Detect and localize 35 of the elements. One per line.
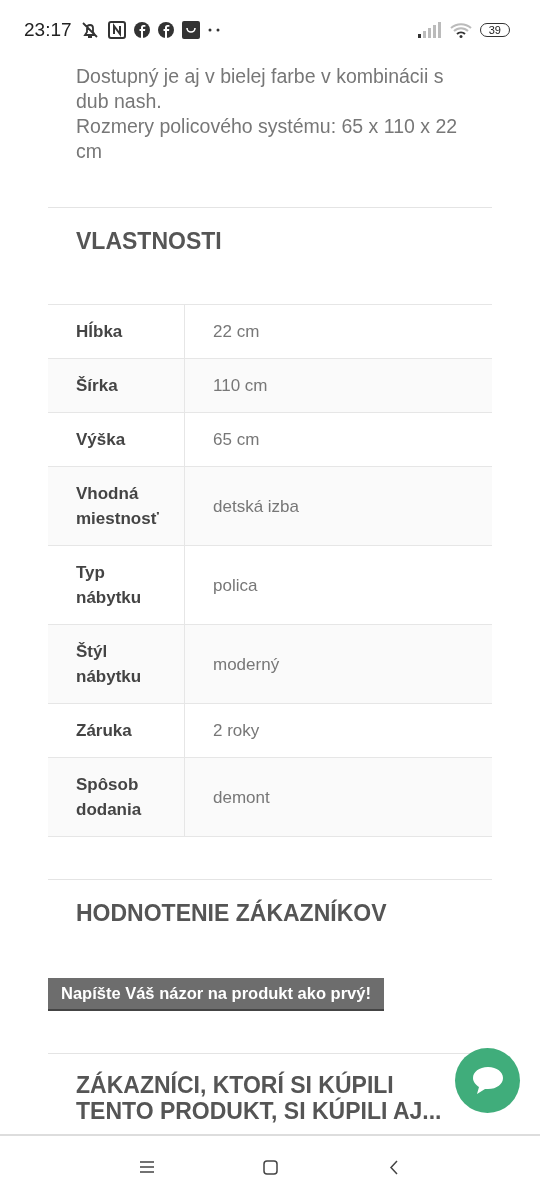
wifi-icon (449, 22, 472, 38)
property-name-cell: Šírka (48, 358, 185, 413)
property-value-cell: detská izba (184, 466, 492, 546)
property-value-cell: 65 cm (184, 412, 492, 467)
section-heading: ZÁKAZNÍCI, KTORÍ SI KÚPILI TENTO PRODUKT, SI KÚPILI AJ... (76, 1070, 443, 1124)
property-value-cell: demont (184, 757, 492, 837)
write-review-button[interactable]: Napíšte Váš názor na produkt ako prvý! (48, 978, 384, 1011)
status-time: 23:17 (24, 19, 72, 41)
property-value-cell: 110 cm (184, 358, 492, 413)
chat-bubble-icon (470, 1064, 505, 1097)
facebook-icon (133, 22, 150, 38)
section-heading: HODNOTENIE ZÁKAZNÍKOV (76, 898, 387, 926)
facebook-icon (157, 22, 174, 38)
home-icon[interactable] (263, 1160, 278, 1175)
signal-icon (417, 22, 442, 38)
back-icon[interactable] (389, 1160, 399, 1175)
property-name-cell: Výška (48, 412, 185, 467)
nfc-icon (107, 21, 126, 39)
property-value-cell: 22 cm (184, 304, 492, 359)
description-text: Dostupný je aj v bielej farbe v kombinácii s dub nash. (76, 64, 445, 114)
section-heading: VLASTNOSTI (76, 227, 222, 256)
menu-icon[interactable] (139, 1160, 155, 1174)
property-name-cell: Vhodná miestnosť (48, 466, 185, 546)
property-name-cell: Hĺbka (48, 304, 185, 359)
property-name-cell: Štýl nábytku (48, 624, 185, 704)
property-value-cell: moderný (184, 624, 492, 704)
property-name-cell: Typ nábytku (48, 545, 185, 625)
property-value-cell: 2 roky (184, 703, 492, 758)
bag-icon (181, 21, 200, 39)
muted-bell-icon (79, 20, 100, 40)
more-icon (207, 28, 220, 32)
property-value-cell: polica (184, 545, 492, 625)
property-name-cell: Spôsob dodania (48, 757, 185, 837)
description-text: Rozmery policového systému: 65 x 110 x 22 cm (76, 114, 459, 164)
property-name-cell: Záruka (48, 703, 185, 758)
